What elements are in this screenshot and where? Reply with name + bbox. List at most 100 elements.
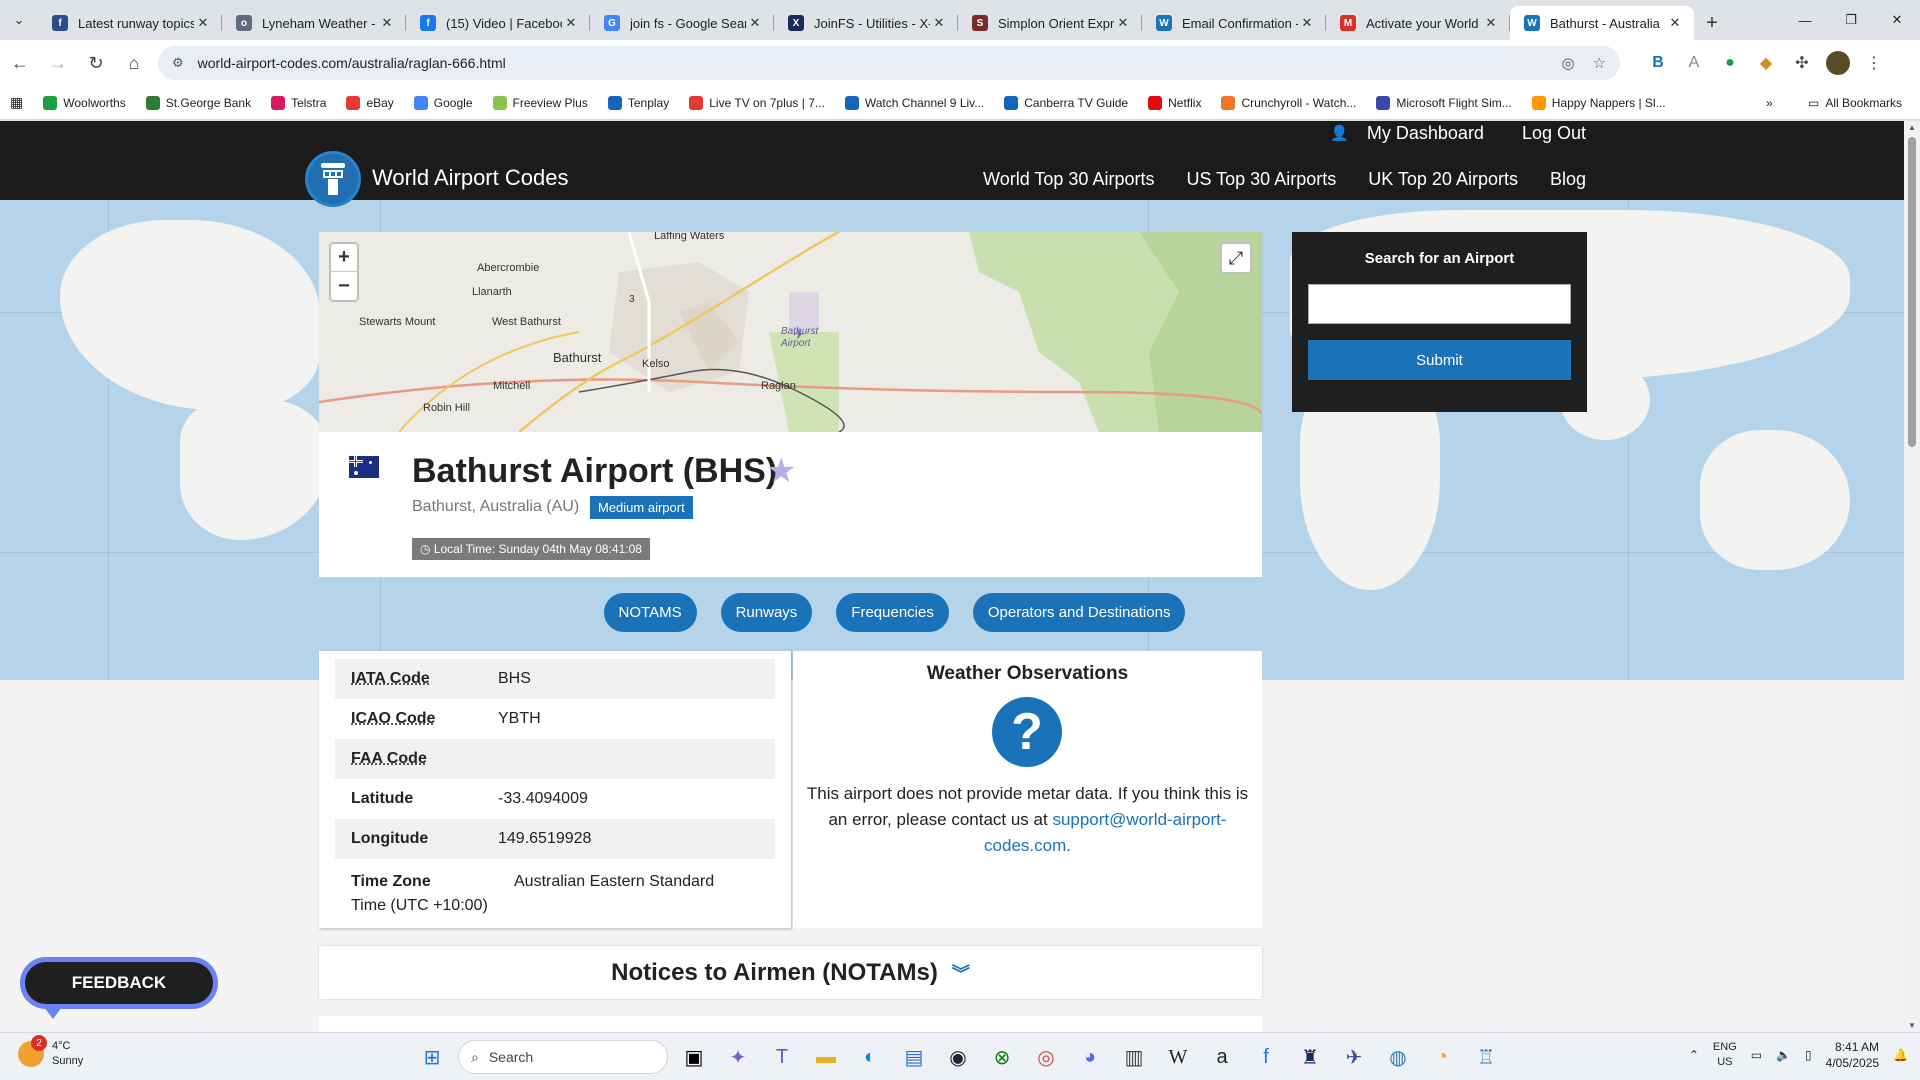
bookmark-item[interactable]: Live TV on 7plus | 7... [679, 95, 835, 110]
browser-tab[interactable]: o Lyneham Weather - B ✕ [222, 6, 406, 40]
tab-notams[interactable]: NOTAMS [603, 593, 697, 632]
puzzle-icon[interactable]: ✣ [1784, 53, 1820, 73]
bookmark-item[interactable]: Microsoft Flight Sim... [1366, 95, 1521, 110]
browser-tab[interactable]: W Bathurst - Australia ✕ [1510, 6, 1694, 40]
browser-tab[interactable]: X JoinFS - Utilities - X-P ✕ [774, 6, 958, 40]
battery-icon[interactable]: ▯ [1805, 1048, 1812, 1062]
forward-icon[interactable]: → [40, 45, 76, 81]
tab-search-chevron-icon[interactable]: ⌄ [0, 0, 38, 40]
site-info-icon[interactable]: ⚙ [172, 55, 184, 71]
nav-link[interactable]: World Top 30 Airports [983, 169, 1154, 190]
nav-link[interactable]: UK Top 20 Airports [1368, 169, 1518, 190]
flight-sim-icon[interactable]: ✈ [1336, 1039, 1372, 1075]
weather-widget[interactable]: 2 4°C Sunny [18, 1035, 83, 1069]
steam-icon[interactable]: ◉ [940, 1039, 976, 1075]
dashboard-link[interactable]: My Dashboard [1367, 123, 1484, 144]
airport-search-input[interactable] [1308, 284, 1571, 324]
browser-tab[interactable]: W Email Confirmation - ✕ [1142, 6, 1326, 40]
discord-icon[interactable]: ◕ [1072, 1039, 1108, 1075]
facebook-icon[interactable]: f [1248, 1039, 1284, 1075]
zoom-in-button[interactable]: + [331, 244, 357, 272]
menu-dots-icon[interactable]: ⋮ [1856, 53, 1892, 73]
task-view-icon[interactable]: ▣ [676, 1039, 712, 1075]
joinfs-icon[interactable]: ♜ [1292, 1039, 1328, 1075]
bookmark-item[interactable]: Woolworths [33, 95, 135, 110]
close-tab-icon[interactable]: ✕ [378, 15, 396, 31]
extension-a-icon[interactable]: A [1676, 54, 1712, 72]
bookmark-item[interactable]: Crunchyroll - Watch... [1211, 95, 1366, 110]
profile-avatar[interactable] [1820, 51, 1856, 75]
browser-tab[interactable]: M Activate your World / ✕ [1326, 6, 1510, 40]
nav-link[interactable]: Blog [1550, 169, 1586, 190]
globe-icon[interactable]: ◍ [1380, 1039, 1416, 1075]
extension-b-icon[interactable]: B [1640, 54, 1676, 72]
notifications-bell-icon[interactable]: 🔔 [1893, 1048, 1908, 1062]
close-tab-icon[interactable]: ✕ [930, 15, 948, 31]
clock[interactable]: 8:41 AM 4/05/2025 [1826, 1039, 1879, 1071]
zoom-out-button[interactable]: − [331, 272, 357, 300]
bookmark-item[interactable]: Watch Channel 9 Liv... [835, 95, 994, 110]
close-tab-icon[interactable]: ✕ [1298, 15, 1316, 31]
chrome-icon[interactable]: ◎ [1028, 1039, 1064, 1075]
tray-chevron-up-icon[interactable]: ⌃ [1689, 1048, 1699, 1062]
browser-tab[interactable]: f Latest runway topics ✕ [38, 6, 222, 40]
briefcase-icon[interactable]: ▥ [1116, 1039, 1152, 1075]
teams-icon[interactable]: T [764, 1039, 800, 1075]
edge-icon[interactable]: ◐ [852, 1039, 888, 1075]
apps-grid-icon[interactable]: ▦ [0, 94, 33, 111]
language-indicator[interactable]: ENG US [1713, 1040, 1737, 1070]
tab-runways[interactable]: Runways [720, 593, 813, 632]
eye-off-icon[interactable]: ◎ [1561, 54, 1574, 72]
bookmarks-overflow-icon[interactable]: » [1756, 96, 1783, 110]
xbox-icon[interactable]: ⊗ [984, 1039, 1020, 1075]
site-logo[interactable] [305, 151, 361, 207]
close-tab-icon[interactable]: ✕ [1666, 15, 1684, 31]
network-icon[interactable]: ▭ [1751, 1048, 1762, 1062]
notams-section-header[interactable]: Notices to Airmen (NOTAMs) ︾ [319, 946, 1262, 999]
bookmark-item[interactable]: eBay [336, 95, 403, 110]
bookmark-item[interactable]: Tenplay [598, 95, 679, 110]
logout-link[interactable]: Log Out [1522, 123, 1586, 144]
scroll-down-icon[interactable]: ▼ [1904, 1021, 1920, 1030]
favorite-star-icon[interactable]: ★ [766, 451, 796, 491]
all-bookmarks[interactable]: ▭ All Bookmarks [1798, 96, 1912, 110]
bookmark-item[interactable]: Freeview Plus [483, 95, 598, 110]
nav-link[interactable]: US Top 30 Airports [1186, 169, 1336, 190]
submit-button[interactable]: Submit [1308, 340, 1571, 380]
taskbar-search[interactable]: ⌕ Search [458, 1040, 668, 1074]
grammarly-icon[interactable]: ● [1712, 54, 1748, 72]
close-tab-icon[interactable]: ✕ [1482, 15, 1500, 31]
back-icon[interactable]: ← [2, 45, 38, 81]
feedback-button[interactable]: FEEDBACK [20, 957, 218, 1009]
fullscreen-icon[interactable]: ⤢ [1220, 242, 1252, 274]
close-tab-icon[interactable]: ✕ [746, 15, 764, 31]
wikipedia-icon[interactable]: W [1160, 1039, 1196, 1075]
store-icon[interactable]: ▤ [896, 1039, 932, 1075]
paint-icon[interactable]: ◔ [1424, 1039, 1460, 1075]
bookmark-item[interactable]: Google [404, 95, 483, 110]
tower-app-icon[interactable]: ♖ [1468, 1039, 1504, 1075]
file-explorer-icon[interactable]: ▬ [808, 1039, 844, 1075]
airport-map[interactable]: + − ⤢ Laffing Waters Abercrombie Llanart… [319, 232, 1262, 432]
browser-tab[interactable]: S Simplon Orient Expre ✕ [958, 6, 1142, 40]
close-window-icon[interactable]: ✕ [1874, 0, 1920, 40]
tab-frequencies[interactable]: Frequencies [836, 593, 949, 632]
volume-icon[interactable]: 🔈 [1776, 1048, 1791, 1062]
bookmark-item[interactable]: Canberra TV Guide [994, 95, 1138, 110]
home-icon[interactable]: ⌂ [116, 45, 152, 81]
tab-operators-destinations[interactable]: Operators and Destinations [972, 593, 1186, 632]
reload-icon[interactable]: ↻ [78, 45, 114, 81]
scroll-up-icon[interactable]: ▲ [1904, 123, 1920, 132]
minimize-icon[interactable]: — [1782, 0, 1828, 40]
copilot-icon[interactable]: ✦ [720, 1039, 756, 1075]
close-tab-icon[interactable]: ✕ [194, 15, 212, 31]
page-scrollbar[interactable]: ▲ ▼ [1904, 121, 1920, 1032]
new-tab-button[interactable]: + [1694, 6, 1730, 40]
scrollbar-thumb[interactable] [1908, 137, 1916, 447]
extension-fox-icon[interactable]: ◆ [1748, 53, 1784, 73]
amazon-icon[interactable]: a [1204, 1039, 1240, 1075]
browser-tab[interactable]: Gjoin fs - Google Searc ✕ [590, 6, 774, 40]
bookmark-item[interactable]: Happy Nappers | Sl... [1522, 95, 1676, 110]
close-tab-icon[interactable]: ✕ [1114, 15, 1132, 31]
restore-icon[interactable]: ❐ [1828, 0, 1874, 40]
